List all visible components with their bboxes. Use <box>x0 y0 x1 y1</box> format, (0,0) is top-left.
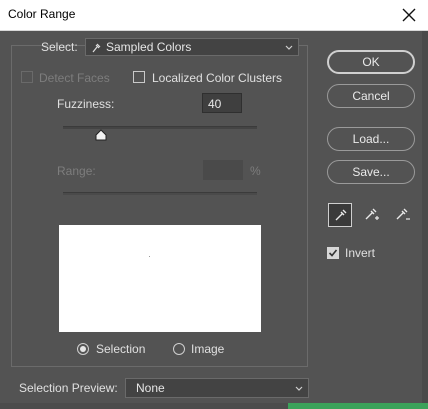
image-radio[interactable] <box>173 343 185 355</box>
eyedropper-minus-icon <box>395 207 411 226</box>
add-to-sample-button[interactable] <box>359 203 383 227</box>
range-unit: % <box>250 164 261 178</box>
detect-faces-label: Detect Faces <box>39 71 110 85</box>
selection-preview-dropdown[interactable]: None <box>125 378 309 398</box>
image-radio-label: Image <box>191 342 225 356</box>
window-edge-right <box>422 31 428 409</box>
invert-checkbox[interactable] <box>327 247 339 259</box>
eyedropper-button[interactable] <box>328 203 352 227</box>
checkmark-icon <box>328 249 338 257</box>
fuzziness-slider-thumb[interactable] <box>95 129 107 141</box>
select-dropdown[interactable]: Sampled Colors <box>85 38 299 56</box>
range-slider-track[interactable] <box>63 192 257 195</box>
localized-color-clusters-label: Localized Color Clusters <box>152 71 283 85</box>
fuzziness-slider-track[interactable] <box>63 126 257 129</box>
chevron-down-icon <box>294 383 304 393</box>
eyedropper-plus-icon <box>364 207 380 226</box>
invert-label: Invert <box>345 246 376 260</box>
select-label: Select: <box>41 40 78 54</box>
selection-radio[interactable] <box>77 343 89 355</box>
fuzziness-value: 40 <box>208 97 222 111</box>
close-icon[interactable] <box>398 4 420 26</box>
subtract-from-sample-button[interactable] <box>390 203 414 227</box>
selection-preview-thumbnail <box>59 225 261 332</box>
selection-radio-label: Selection <box>96 342 146 356</box>
fuzziness-label: Fuzziness: <box>57 97 115 111</box>
selection-preview-label: Selection Preview: <box>19 381 118 395</box>
window-title: Color Range <box>8 7 76 21</box>
eyedropper-icon <box>91 42 101 57</box>
select-value: Sampled Colors <box>106 40 192 54</box>
localized-color-clusters-checkbox[interactable] <box>133 71 145 83</box>
background-strip <box>288 403 428 409</box>
load-button[interactable]: Load... <box>327 127 415 151</box>
range-label: Range: <box>57 164 96 178</box>
fuzziness-input[interactable]: 40 <box>202 93 242 113</box>
save-button[interactable]: Save... <box>327 160 415 184</box>
detect-faces-checkbox[interactable] <box>21 71 33 83</box>
selection-preview-value: None <box>136 381 165 395</box>
eyedropper-icon <box>334 208 348 225</box>
chevron-down-icon <box>284 42 294 52</box>
cancel-button[interactable]: Cancel <box>327 84 415 108</box>
ok-button[interactable]: OK <box>327 50 415 74</box>
preview-speck <box>149 256 150 257</box>
range-input[interactable] <box>203 160 243 180</box>
title-bar: Color Range <box>0 0 428 31</box>
